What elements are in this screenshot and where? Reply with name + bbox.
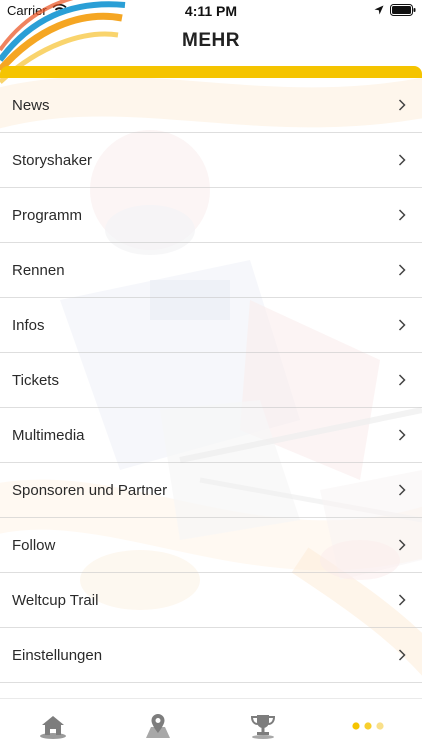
menu-item-label: Rennen bbox=[12, 261, 65, 279]
chevron-right-icon bbox=[398, 484, 406, 496]
menu-item-programm[interactable]: Programm bbox=[0, 188, 422, 243]
battery-icon bbox=[390, 4, 416, 16]
tab-more[interactable] bbox=[348, 709, 388, 743]
chevron-right-icon bbox=[398, 154, 406, 166]
menu-item-sponsoren-und-partner[interactable]: Sponsoren und Partner bbox=[0, 463, 422, 518]
menu-item-label: Einstellungen bbox=[12, 646, 103, 664]
chevron-right-icon bbox=[398, 264, 406, 276]
accent-bar bbox=[0, 66, 422, 78]
menu-item-label: Tickets bbox=[12, 371, 59, 389]
menu-item-infos[interactable]: Infos bbox=[0, 298, 422, 353]
location-arrow-icon bbox=[374, 5, 384, 15]
menu-item-tickets[interactable]: Tickets bbox=[0, 353, 422, 408]
menu-item-multimedia[interactable]: Multimedia bbox=[0, 408, 422, 463]
menu-item-label: Weltcup Trail bbox=[12, 591, 99, 609]
home-icon bbox=[40, 716, 66, 739]
menu-item-rennen[interactable]: Rennen bbox=[0, 243, 422, 298]
chevron-right-icon bbox=[398, 649, 406, 661]
chevron-right-icon bbox=[398, 594, 406, 606]
chevron-right-icon bbox=[398, 99, 406, 111]
more-dots-icon bbox=[352, 722, 384, 730]
menu-item-weltcup-trail[interactable]: Weltcup Trail bbox=[0, 573, 422, 628]
menu-item-einstellungen[interactable]: Einstellungen bbox=[0, 628, 422, 683]
chevron-right-icon bbox=[398, 539, 406, 551]
map-pin-icon bbox=[146, 714, 170, 738]
tab-results[interactable] bbox=[243, 709, 283, 743]
chevron-right-icon bbox=[398, 374, 406, 386]
menu-item-follow[interactable]: Follow bbox=[0, 518, 422, 573]
menu-item-label: Programm bbox=[12, 206, 83, 224]
menu-item-storyshaker[interactable]: Storyshaker bbox=[0, 133, 422, 188]
chevron-right-icon bbox=[398, 429, 406, 441]
more-menu-list: News Storyshaker Programm Rennen Infos T… bbox=[0, 78, 422, 683]
menu-item-label: Infos bbox=[12, 316, 45, 334]
trophy-icon bbox=[250, 715, 276, 739]
chevron-right-icon bbox=[398, 209, 406, 221]
menu-item-label: News bbox=[12, 96, 50, 114]
tab-home[interactable] bbox=[33, 709, 73, 743]
chevron-right-icon bbox=[398, 319, 406, 331]
tab-map[interactable] bbox=[138, 709, 178, 743]
menu-item-label: Multimedia bbox=[12, 426, 85, 444]
menu-item-label: Follow bbox=[12, 536, 56, 554]
menu-item-label: Storyshaker bbox=[12, 151, 93, 169]
navigation-header: MEHR bbox=[0, 0, 422, 84]
menu-item-label: Sponsoren und Partner bbox=[12, 481, 168, 499]
page-title: MEHR bbox=[182, 30, 240, 51]
tab-bar bbox=[0, 698, 422, 750]
